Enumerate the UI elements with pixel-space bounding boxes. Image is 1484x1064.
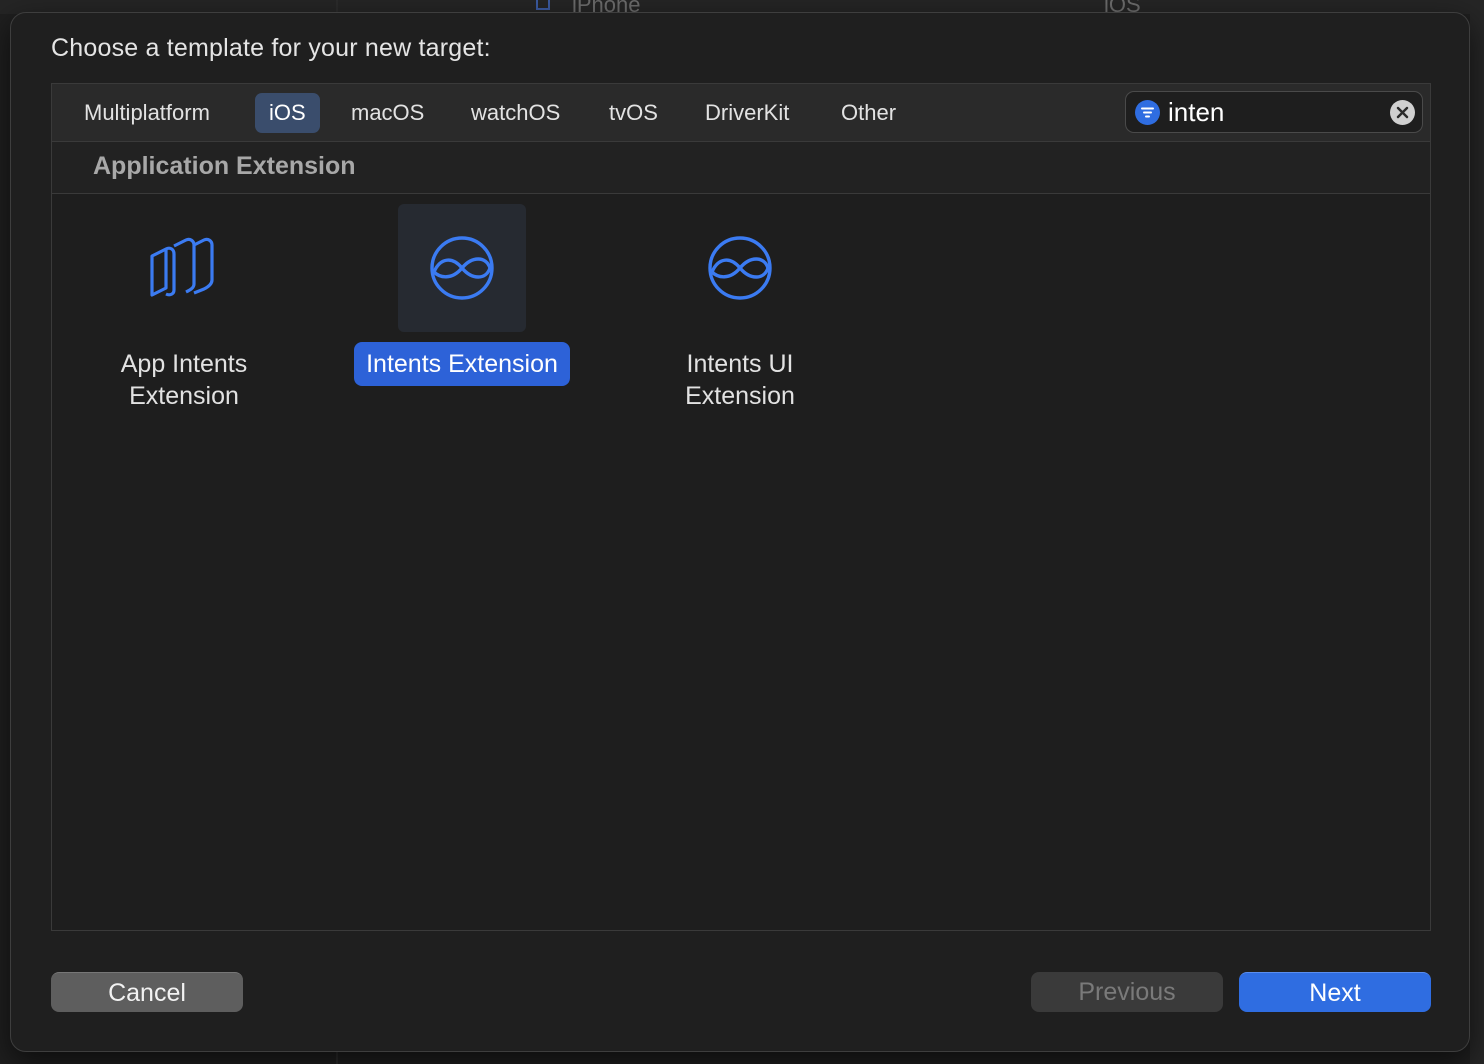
new-target-sheet: Choose a template for your new target: M… xyxy=(10,12,1470,1052)
template-label: Intents UI Extension xyxy=(620,348,860,412)
section-title: Application Extension xyxy=(93,152,356,180)
tab-macos[interactable]: macOS xyxy=(337,93,438,133)
clear-icon[interactable] xyxy=(1390,100,1415,125)
template-label-line1: Intents UI xyxy=(686,350,794,378)
template-icon-container xyxy=(676,204,804,332)
previous-button[interactable]: Previous xyxy=(1031,972,1223,1012)
background-device-icon xyxy=(536,0,550,10)
template-intents-extension[interactable]: Intents Extension xyxy=(342,204,582,434)
section-header: Application Extension xyxy=(52,142,1430,194)
tab-multiplatform[interactable]: Multiplatform xyxy=(70,93,224,133)
tab-ios[interactable]: iOS xyxy=(255,93,320,133)
app-intents-icon xyxy=(150,237,214,297)
sheet-title: Choose a template for your new target: xyxy=(51,34,491,62)
template-label-line2: Extension xyxy=(129,382,239,410)
template-label: App Intents Extension xyxy=(64,348,304,412)
filter-icon[interactable] xyxy=(1135,100,1160,125)
tab-other[interactable]: Other xyxy=(827,93,910,133)
template-intents-ui-extension[interactable]: Intents UI Extension xyxy=(620,204,860,434)
template-label: Intents Extension xyxy=(342,342,582,386)
template-label-selected: Intents Extension xyxy=(354,342,570,386)
cancel-button[interactable]: Cancel xyxy=(51,972,243,1012)
tab-driverkit[interactable]: DriverKit xyxy=(691,93,803,133)
intents-ui-icon xyxy=(708,236,772,300)
next-button[interactable]: Next xyxy=(1239,972,1431,1012)
template-icon-container xyxy=(120,204,248,332)
tab-tvos[interactable]: tvOS xyxy=(595,93,672,133)
intents-icon xyxy=(430,236,494,300)
template-label-line2: Extension xyxy=(685,382,795,410)
tab-watchos[interactable]: watchOS xyxy=(457,93,574,133)
filter-input[interactable] xyxy=(1168,95,1378,129)
template-icon-container xyxy=(398,204,526,332)
template-panel: Multiplatform iOS macOS watchOS tvOS Dri… xyxy=(51,83,1431,931)
background-right-column xyxy=(1470,0,1484,1064)
template-label-line1: App Intents xyxy=(120,350,248,378)
platform-tab-bar: Multiplatform iOS macOS watchOS tvOS Dri… xyxy=(52,84,1430,142)
template-app-intents-extension[interactable]: App Intents Extension xyxy=(64,204,304,434)
template-filter-field[interactable] xyxy=(1125,91,1423,133)
